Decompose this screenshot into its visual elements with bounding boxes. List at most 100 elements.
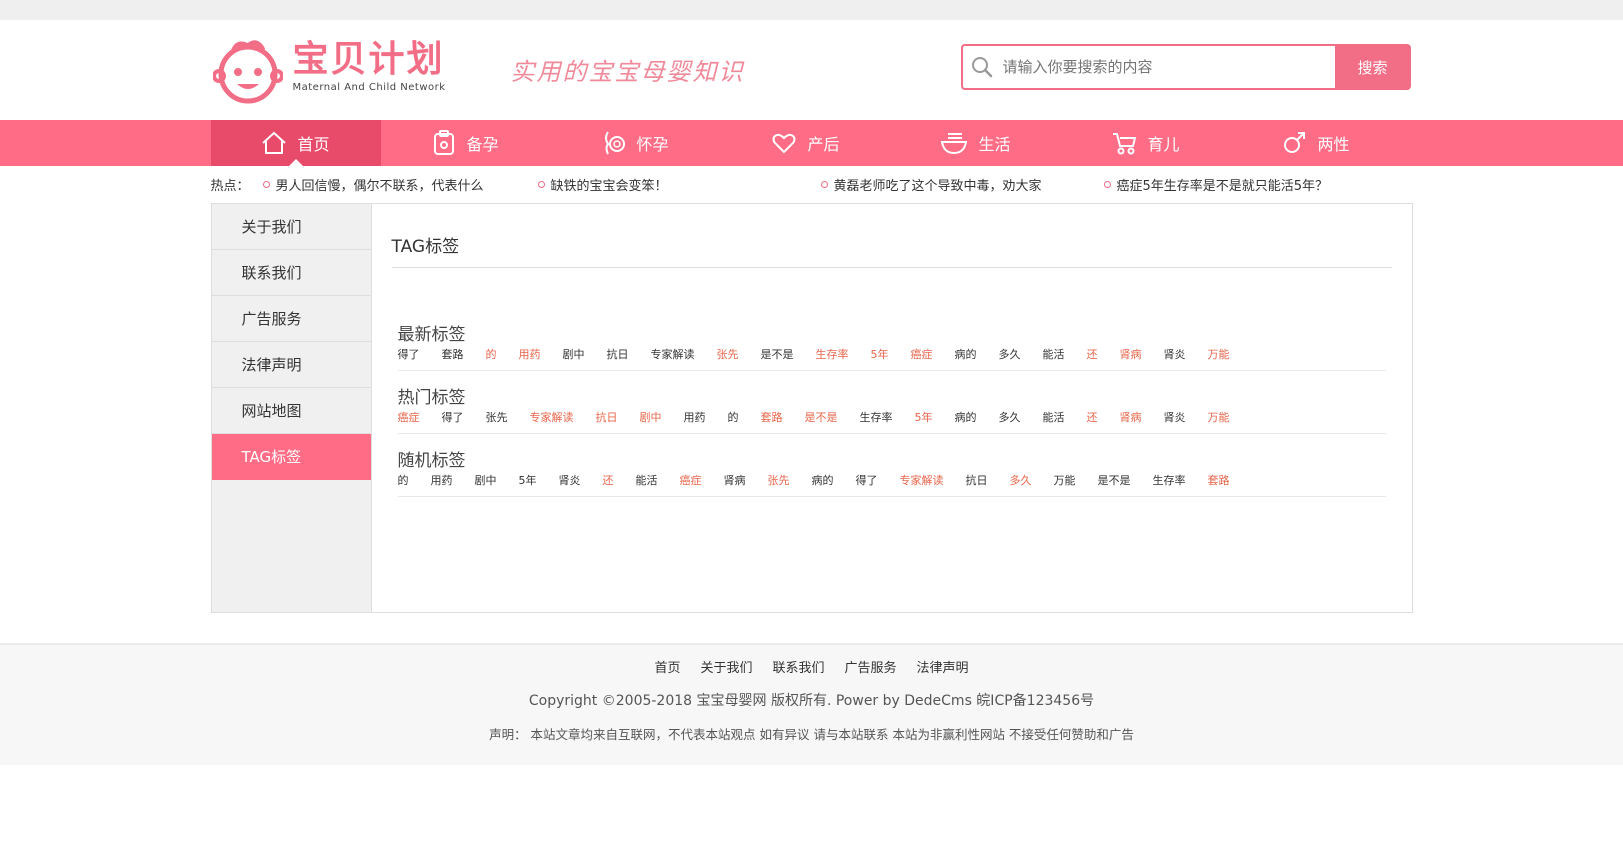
footer-link-ads[interactable]: 广告服务 [845, 657, 897, 676]
sidebar-item-ads[interactable]: 广告服务 [211, 296, 371, 342]
tag-link[interactable]: 生存率 [1153, 472, 1186, 496]
tag-link[interactable]: 还 [1087, 409, 1098, 433]
tag-link[interactable]: 生存率 [816, 346, 849, 370]
tag-link[interactable]: 专家解读 [900, 472, 944, 496]
tag-link[interactable]: 能活 [1043, 346, 1065, 370]
tag-link[interactable]: 是不是 [1098, 472, 1131, 496]
tag-link[interactable]: 肾炎 [559, 472, 581, 496]
tag-link[interactable]: 癌症 [398, 409, 420, 433]
header: 宝贝计划 Maternal And Child Network 实用的宝宝母婴知… [0, 20, 1623, 120]
footer-link-legal[interactable]: 法律声明 [917, 657, 969, 676]
tag-link[interactable]: 得了 [398, 346, 420, 370]
tag-link[interactable]: 肾病 [724, 472, 746, 496]
tag-link[interactable]: 多久 [999, 346, 1021, 370]
tag-link[interactable]: 的 [398, 472, 409, 496]
tag-link[interactable]: 抗日 [596, 409, 618, 433]
baby-face-icon [212, 40, 283, 104]
nav-item-postpartum[interactable]: 产后 [721, 120, 891, 166]
tag-link[interactable]: 剧中 [640, 409, 662, 433]
tag-link[interactable]: 是不是 [805, 409, 838, 433]
content-panel: 关于我们 联系我们 广告服务 法律声明 网站地图 TAG标签 TAG标签 最新标… [210, 203, 1413, 613]
sidebar-item-tags[interactable]: TAG标签 [211, 434, 371, 480]
sidebar-item-about[interactable]: 关于我们 [211, 204, 371, 250]
tag-link[interactable]: 肾病 [1120, 346, 1142, 370]
tag-link[interactable]: 张先 [717, 346, 739, 370]
tag-link[interactable]: 癌症 [680, 472, 702, 496]
tag-link[interactable]: 得了 [442, 409, 464, 433]
tag-link[interactable]: 能活 [1043, 409, 1065, 433]
footer-link-about[interactable]: 关于我们 [700, 657, 752, 676]
sidebar-item-contact[interactable]: 联系我们 [211, 250, 371, 296]
tag-link[interactable]: 张先 [768, 472, 790, 496]
tag-link[interactable]: 套路 [442, 346, 464, 370]
tag-link[interactable]: 得了 [856, 472, 878, 496]
tag-link[interactable]: 肾炎 [1164, 346, 1186, 370]
tag-link[interactable]: 套路 [1208, 472, 1230, 496]
nav-label: 首页 [297, 135, 330, 154]
search-icon [971, 57, 992, 78]
nav-label: 生活 [978, 135, 1011, 154]
sidebar-item-legal[interactable]: 法律声明 [211, 342, 371, 388]
tag-link[interactable]: 癌症 [911, 346, 933, 370]
nav-item-pregnancy[interactable]: 怀孕 [551, 120, 721, 166]
nav-item-gender[interactable]: 两性 [1231, 120, 1401, 166]
tag-link[interactable]: 剧中 [475, 472, 497, 496]
heart-hand-icon [772, 133, 796, 154]
tag-link[interactable]: 专家解读 [651, 346, 695, 370]
search-input[interactable] [1002, 58, 1303, 76]
footer-links: 首页 关于我们 联系我们 广告服务 法律声明 [0, 657, 1623, 676]
tag-link[interactable]: 的 [728, 409, 739, 433]
main-nav: 首页 备孕 怀孕 产后 生活 育儿 两性 [0, 120, 1623, 166]
tag-link[interactable]: 还 [1087, 346, 1098, 370]
footer-link-contact[interactable]: 联系我们 [772, 657, 824, 676]
nav-label: 备孕 [466, 135, 499, 154]
search-button[interactable]: 搜索 [1334, 44, 1411, 90]
tag-link[interactable]: 是不是 [761, 346, 794, 370]
tag-link[interactable]: 多久 [999, 409, 1021, 433]
nav-item-prepare[interactable]: 备孕 [381, 120, 551, 166]
tag-link[interactable]: 万能 [1054, 472, 1076, 496]
nav-item-life[interactable]: 生活 [891, 120, 1061, 166]
tag-link[interactable]: 5年 [871, 346, 889, 370]
tag-link[interactable]: 抗日 [966, 472, 988, 496]
tag-link[interactable]: 生存率 [860, 409, 893, 433]
sidebar-item-sitemap[interactable]: 网站地图 [211, 388, 371, 434]
tag-link[interactable]: 万能 [1208, 409, 1230, 433]
tag-link[interactable]: 用药 [519, 346, 541, 370]
copyright: Copyright ©2005-2018 宝宝母婴网 版权所有. Power b… [528, 693, 1095, 709]
tag-link[interactable]: 的 [486, 346, 497, 370]
hot-topic-link[interactable]: 癌症5年生存率是不是就只能活5年？ [1103, 175, 1328, 194]
tag-link[interactable]: 多久 [1010, 472, 1032, 496]
tag-section-hot: 热门标签 癌症 得了 张先 专家解读 抗日 剧中 用药的套路 是不是 生存率 5年 病的 多久 能活还肾… [397, 371, 1386, 434]
tag-link[interactable]: 能活 [636, 472, 658, 496]
tag-link[interactable]: 还 [603, 472, 614, 496]
nav-item-parenting[interactable]: 育儿 [1061, 120, 1231, 166]
tag-link[interactable]: 剧中 [563, 346, 585, 370]
hot-topic-link[interactable]: 缺铁的宝宝会变笨！ [537, 175, 821, 194]
footer: 首页 关于我们 联系我们 广告服务 法律声明 Copyright ©2005-2… [0, 643, 1623, 765]
tag-link[interactable]: 用药 [684, 409, 706, 433]
tag-link[interactable]: 肾炎 [1164, 409, 1186, 433]
site-logo[interactable]: 宝贝计划 Maternal And Child Network [212, 36, 446, 104]
tag-link[interactable]: 病的 [812, 472, 834, 496]
tag-link[interactable]: 5年 [519, 472, 537, 496]
tag-link[interactable]: 5年 [915, 409, 933, 433]
main-content: TAG标签 最新标签 得了 套路的用药 剧中 抗日 专家解读 张先 是不是 生存率 5年 癌症 病的… [372, 204, 1412, 612]
hot-topic-link[interactable]: 黄磊老师吃了这个导致中毒，劝大家 [820, 175, 1104, 194]
tag-link[interactable]: 抗日 [607, 346, 629, 370]
home-icon [262, 131, 287, 154]
hot-topic-link[interactable]: 男人回信慢，偶尔不联系，代表什么 [262, 175, 538, 194]
nav-item-home[interactable]: 首页 [210, 120, 381, 166]
tag-link[interactable]: 张先 [486, 409, 508, 433]
search-field[interactable] [960, 44, 1335, 90]
tag-link[interactable]: 用药 [431, 472, 453, 496]
footer-link-home[interactable]: 首页 [654, 657, 680, 676]
tag-link[interactable]: 万能 [1208, 346, 1230, 370]
tag-link[interactable]: 肾病 [1120, 409, 1142, 433]
tag-section-random: 随机标签 的用药 剧中 5年 肾炎还能活 癌症 肾病 张先 病的 得了 专家解读 抗日 多久 万能 是不是… [397, 434, 1386, 497]
tag-link[interactable]: 专家解读 [530, 409, 574, 433]
tag-link[interactable]: 病的 [955, 346, 977, 370]
tag-link[interactable]: 套路 [761, 409, 783, 433]
tag-list: 得了 套路的用药 剧中 抗日 专家解读 张先 是不是 生存率 5年 癌症 病的 多久 能活还肾病 肾炎 万能 [398, 346, 1386, 370]
tag-link[interactable]: 病的 [955, 409, 977, 433]
